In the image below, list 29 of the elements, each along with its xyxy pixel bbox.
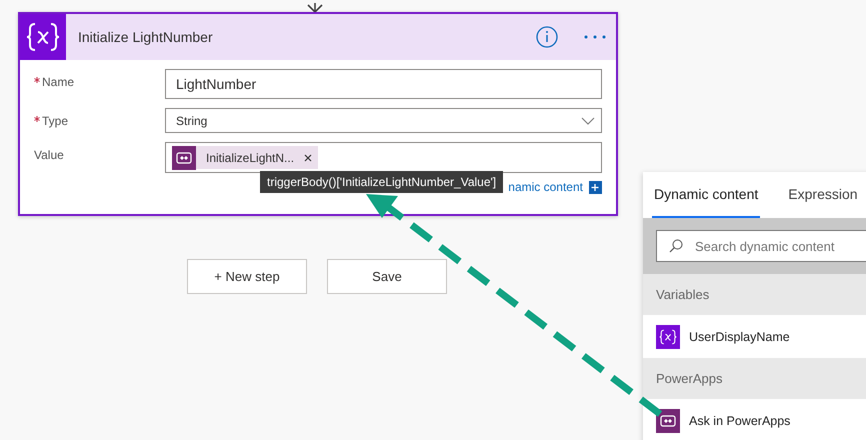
name-field[interactable]: LightNumber	[165, 69, 602, 99]
token-label: InitializeLightN...	[206, 150, 294, 164]
more-icon[interactable]	[584, 35, 606, 39]
section-header: PowerApps	[643, 358, 866, 399]
new-step-button[interactable]: + New step	[187, 259, 307, 294]
powerapps-icon	[656, 408, 680, 432]
variable-icon	[656, 324, 680, 348]
required-icon	[34, 77, 40, 83]
add-dynamic-content-link[interactable]: namic content	[508, 180, 583, 194]
chevron-icon	[581, 116, 595, 124]
search-icon	[669, 239, 683, 253]
card-title: Initialize LightNumber	[78, 29, 214, 45]
field-label: Value	[34, 148, 64, 162]
type-dropdown[interactable]: String	[165, 108, 602, 133]
required-icon	[34, 116, 40, 122]
field-label: Type	[42, 114, 68, 128]
save-button[interactable]: Save	[327, 259, 447, 294]
card-header[interactable]: Initialize LightNumber	[20, 14, 616, 60]
plus-icon[interactable]	[589, 180, 602, 194]
panel-tab[interactable]: Expression	[786, 172, 860, 218]
field-label: Name	[42, 75, 74, 89]
section-header: Variables	[643, 274, 866, 315]
tooltip: triggerBody()['InitializeLightNumber_Value']	[260, 171, 504, 193]
search-field[interactable]: Search dynamic content	[656, 230, 866, 262]
down-arrow-icon	[306, 3, 324, 13]
close-icon[interactable]	[304, 154, 312, 162]
powerapps-icon	[172, 146, 196, 170]
info-icon[interactable]	[536, 26, 558, 48]
dynamic-token[interactable]: InitializeLightN...	[172, 146, 318, 169]
